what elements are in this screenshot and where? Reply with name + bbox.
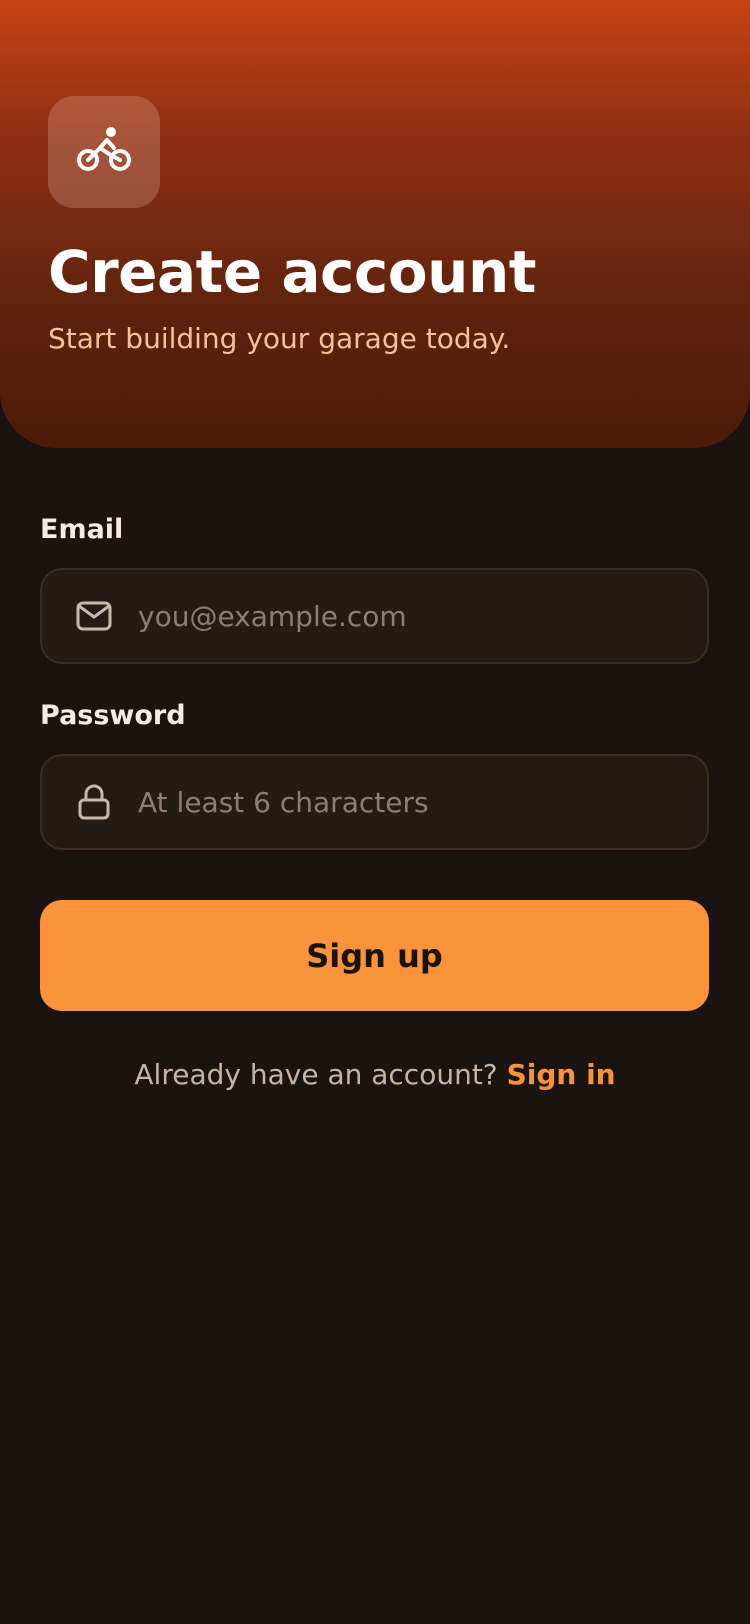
sign-in-prompt-text: Already have an account? bbox=[134, 1058, 498, 1091]
password-label: Password bbox=[40, 700, 186, 731]
page-title: Create account bbox=[48, 238, 536, 306]
email-label: Email bbox=[40, 514, 124, 545]
lock-icon bbox=[76, 784, 112, 820]
hero-header: Create account Start building your garag… bbox=[0, 0, 750, 448]
password-field[interactable] bbox=[40, 754, 709, 850]
email-input[interactable] bbox=[136, 585, 707, 647]
email-field[interactable] bbox=[40, 568, 709, 664]
password-input[interactable] bbox=[136, 771, 707, 833]
page-subtitle: Start building your garage today. bbox=[48, 322, 511, 355]
sign-in-prompt: Already have an account? Sign in bbox=[0, 1058, 750, 1091]
signup-screen: Create account Start building your garag… bbox=[0, 0, 750, 1624]
mail-icon bbox=[76, 598, 112, 634]
sign-in-link[interactable]: Sign in bbox=[507, 1058, 616, 1091]
sign-up-button[interactable]: Sign up bbox=[40, 900, 709, 1011]
app-logo bbox=[48, 96, 160, 208]
bicycle-icon bbox=[76, 126, 132, 178]
